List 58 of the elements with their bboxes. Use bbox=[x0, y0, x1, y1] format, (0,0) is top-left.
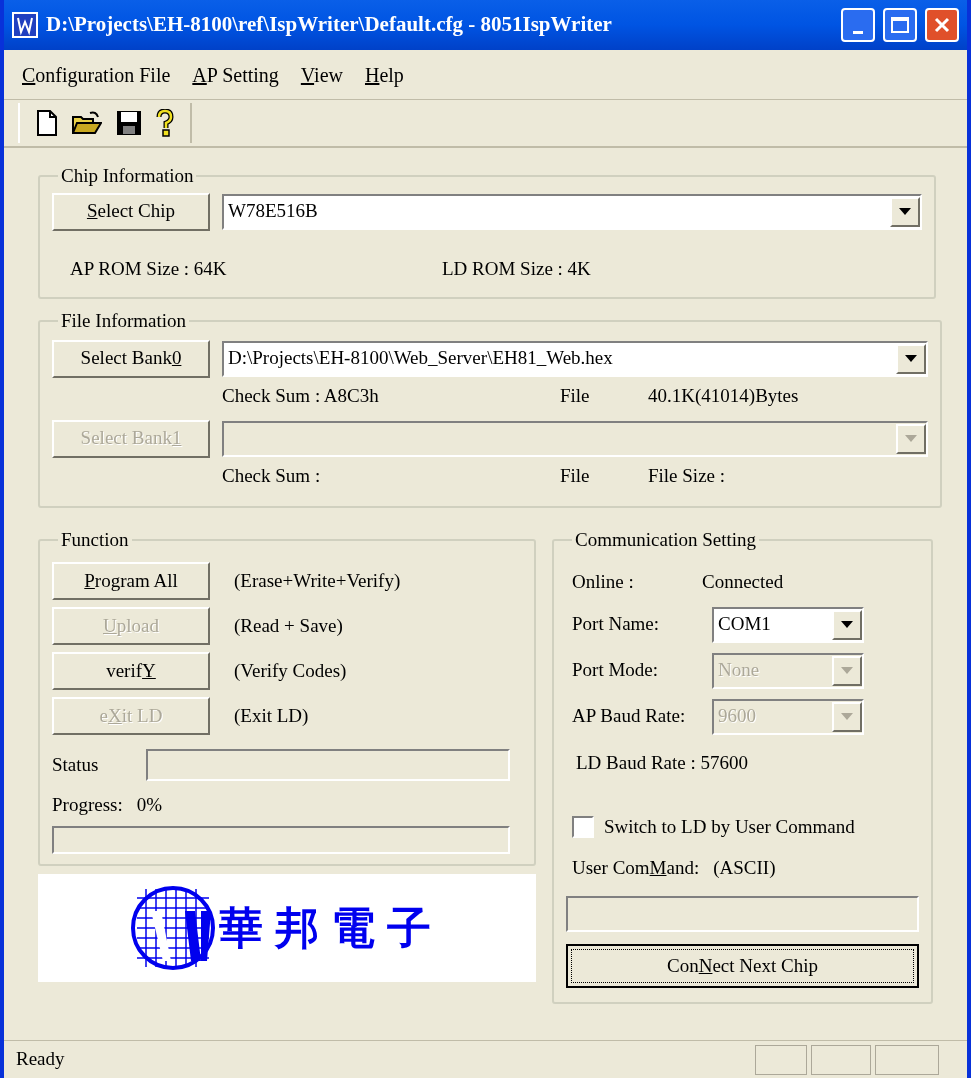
status-text: Ready bbox=[16, 1047, 66, 1072]
file-label: File bbox=[560, 384, 591, 409]
user-command-field[interactable] bbox=[566, 896, 919, 932]
select-bank-button[interactable]: Select Bank0 bbox=[52, 339, 210, 378]
minimize-icon bbox=[853, 31, 863, 34]
checkbox[interactable] bbox=[572, 816, 594, 839]
window-title: D:\Projects\EH-8100\ref\IspWriter\Default.cfg - 8051IspWriter bbox=[46, 11, 613, 39]
status-panel bbox=[811, 1044, 871, 1075]
menu-item[interactable]: AP Setting bbox=[192, 59, 279, 90]
status-label: Status bbox=[52, 752, 100, 777]
close-icon bbox=[934, 17, 950, 33]
action-note: (Verify Codes) bbox=[234, 658, 347, 683]
status-panel bbox=[875, 1044, 939, 1075]
minimize-button[interactable] bbox=[841, 8, 875, 42]
file-size: File Size : bbox=[648, 464, 726, 489]
progress-label: Progress: bbox=[52, 793, 123, 817]
action-button[interactable]: verifY bbox=[52, 652, 210, 690]
new-file-icon[interactable] bbox=[36, 110, 58, 136]
dropdown-field[interactable]: D:\Projects\EH-8100\Web_Server\EH81_Web.hex bbox=[222, 340, 928, 377]
select-chip-button[interactable]: Select Chip bbox=[52, 192, 210, 231]
dropdown-field[interactable]: W78E516B bbox=[222, 193, 922, 230]
file-label: File bbox=[560, 464, 591, 489]
group-title: Chip Information bbox=[60, 164, 195, 188]
connect-next-chip-button[interactable]: ConNect Next Chip bbox=[566, 944, 919, 988]
menu-item[interactable]: Help bbox=[365, 59, 404, 90]
app-icon bbox=[12, 12, 38, 38]
progress-value: 0% bbox=[136, 793, 163, 817]
field-label: Port Mode: bbox=[571, 658, 660, 683]
dropdown-field[interactable]: COM1 bbox=[712, 606, 864, 643]
close-button[interactable] bbox=[925, 8, 959, 42]
maximize-button[interactable] bbox=[883, 8, 917, 42]
ascii-hint: (ASCII) bbox=[713, 855, 776, 880]
field-label: AP Baud Rate: bbox=[571, 704, 687, 729]
action-note: (Erase+Write+Verify) bbox=[234, 568, 401, 593]
ld-rom-size: LD ROM Size : 4K bbox=[442, 256, 591, 281]
field-label: Port Name: bbox=[571, 612, 661, 637]
ld-baud-rate: LD Baud Rate : 57600 bbox=[575, 750, 750, 775]
action-note: (Exit LD) bbox=[234, 703, 309, 728]
status-panel bbox=[755, 1044, 807, 1075]
maximize-icon bbox=[891, 17, 909, 33]
group-title: File Information bbox=[60, 309, 188, 333]
checkbox-label: Switch to LD by User Command bbox=[604, 815, 855, 839]
group-title: Communication Setting bbox=[574, 527, 758, 552]
ap-rom-size: AP ROM Size : 64K bbox=[70, 256, 228, 281]
check-sum: Check Sum : bbox=[222, 464, 322, 489]
menu-item[interactable]: View bbox=[300, 59, 343, 90]
help-icon[interactable] bbox=[156, 109, 174, 137]
group-title: Function bbox=[60, 527, 130, 552]
open-folder-icon[interactable] bbox=[72, 111, 102, 135]
online-label: Online : bbox=[571, 570, 635, 594]
user-command-label: User ComMand: bbox=[572, 855, 700, 880]
check-sum: Check Sum : A8C3h bbox=[222, 384, 380, 409]
company-name: 華邦電子 bbox=[219, 900, 443, 955]
menu-item[interactable]: Configuration File bbox=[22, 59, 171, 90]
action-note: (Read + Save) bbox=[234, 613, 343, 638]
online-status: Connected bbox=[702, 570, 784, 594]
file-size: 40.1K(41014)Bytes bbox=[648, 384, 799, 409]
action-button[interactable]: Program All bbox=[52, 562, 210, 600]
